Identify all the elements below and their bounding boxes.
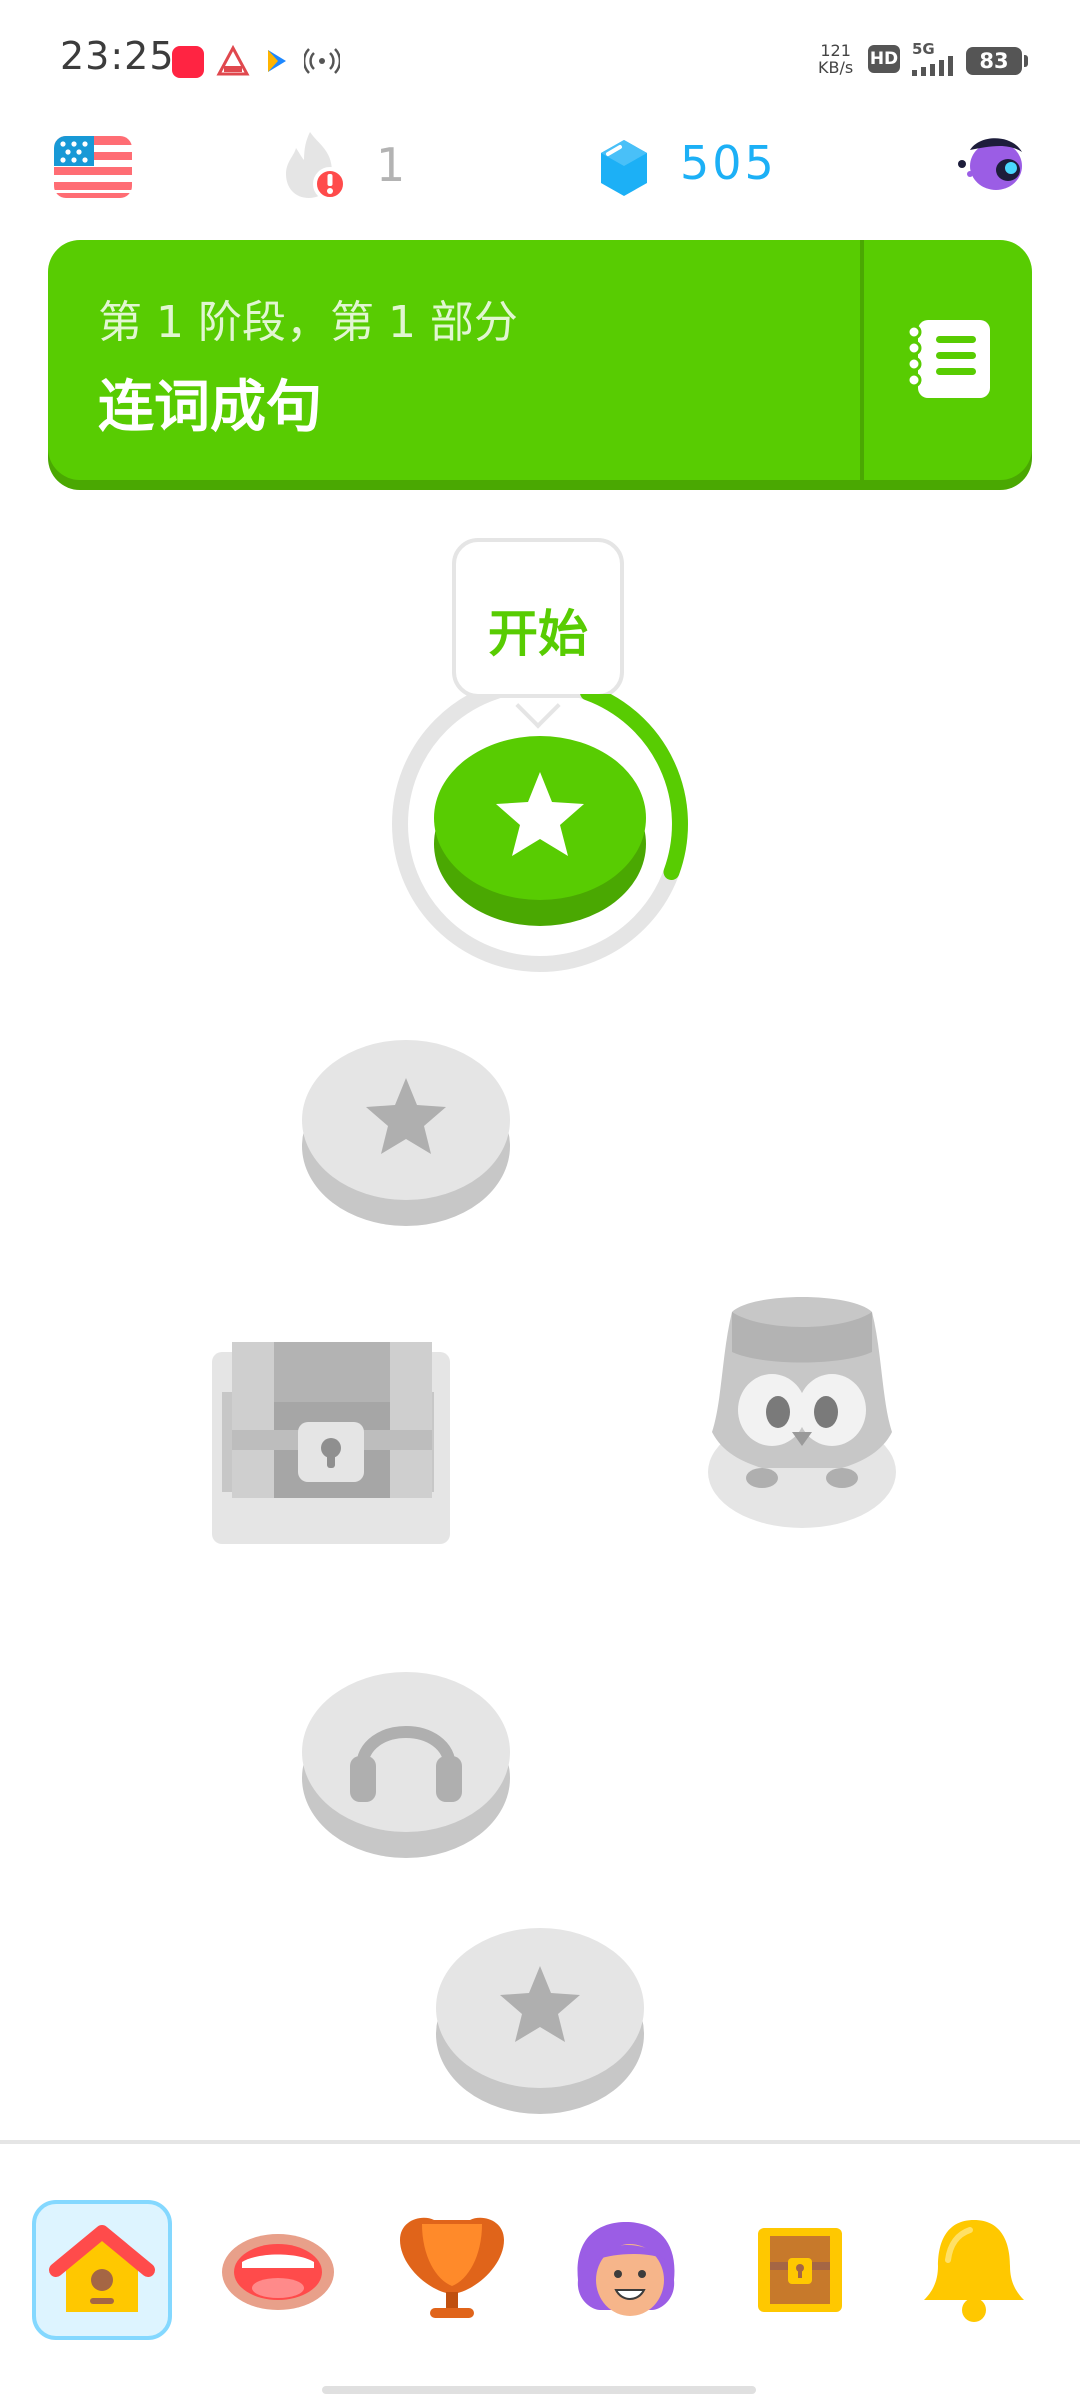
- tab-learn[interactable]: [32, 2200, 172, 2340]
- trophy-icon: [400, 2217, 504, 2318]
- bottom-nav-divider: [0, 2140, 1080, 2144]
- battery-indicator: 83: [966, 47, 1028, 75]
- start-tooltip[interactable]: 开始: [452, 538, 624, 698]
- hd-badge: HD: [868, 45, 900, 73]
- hotspot-icon: [304, 48, 340, 74]
- start-label: 开始: [488, 605, 588, 663]
- guidebook-button[interactable]: [864, 240, 1032, 480]
- tab-profile[interactable]: [556, 2200, 696, 2340]
- locked-listening-node[interactable]: [300, 1660, 512, 1860]
- streak-count[interactable]: 1: [376, 138, 405, 192]
- mouth-icon: [222, 2234, 334, 2310]
- bell-icon: [924, 2220, 1024, 2322]
- locked-chest[interactable]: [212, 1340, 452, 1544]
- guidebook-icon: [906, 320, 990, 398]
- network-speed-unit: KB/s: [818, 58, 854, 77]
- home-indicator[interactable]: [322, 2386, 756, 2394]
- tab-shop[interactable]: [730, 2200, 870, 2340]
- signal-icon: 5G: [910, 40, 958, 76]
- network-speed-value: 121: [820, 41, 851, 60]
- locked-lesson-node[interactable]: [300, 1028, 512, 1228]
- current-lesson-node[interactable]: [390, 694, 690, 974]
- us-flag-icon[interactable]: [54, 136, 132, 198]
- gem-count[interactable]: 505: [680, 136, 777, 190]
- tab-notifications[interactable]: [904, 2200, 1044, 2340]
- unit-subtitle: 第 1 阶段，第 1 部分: [98, 297, 518, 348]
- play-app-icon: [268, 50, 286, 72]
- flame-icon[interactable]: [282, 128, 348, 204]
- xiaohongshu-app-icon: [172, 46, 204, 78]
- unit-banner[interactable]: 第 1 阶段，第 1 部分 连词成句: [48, 240, 1032, 480]
- home-icon: [49, 2225, 155, 2312]
- locked-owl-character: [708, 1297, 896, 1528]
- tab-speaking[interactable]: [208, 2200, 348, 2340]
- owl-eye-right: [814, 1396, 838, 1428]
- network-speed: 121 KB/s: [818, 42, 853, 76]
- profile-avatar-icon[interactable]: [956, 130, 1032, 200]
- lock-icon: [327, 1450, 335, 1468]
- treasure-chest-icon: [758, 2228, 842, 2312]
- status-time: 23:25: [60, 34, 175, 78]
- tab-leaderboard[interactable]: [382, 2200, 522, 2340]
- app-notification-icon: [216, 44, 250, 76]
- unit-title: 连词成句: [98, 375, 322, 440]
- locked-lesson-node[interactable]: [434, 1916, 646, 2116]
- owl-eye-left: [766, 1396, 790, 1428]
- gem-icon[interactable]: [598, 138, 650, 198]
- character-face-icon: [577, 2222, 675, 2316]
